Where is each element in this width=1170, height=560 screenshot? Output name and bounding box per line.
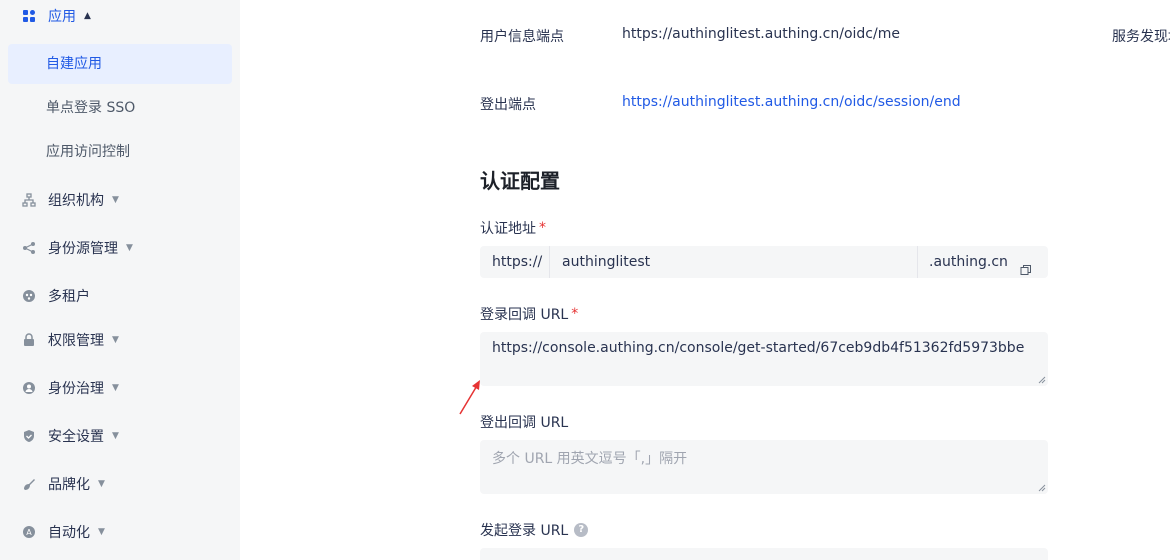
discovery-endpoint-label: 服务发现地 (1112, 29, 1170, 45)
auth-address-label: 认证地址 * (480, 218, 546, 238)
chevron-down-icon: ▼ (126, 243, 133, 253)
help-icon[interactable]: ? (574, 523, 589, 537)
org-tree-icon (22, 193, 36, 207)
sidebar-item-sso[interactable]: 单点登录 SSO (8, 88, 232, 128)
initiate-login-label-text: 发起登录 URL (480, 523, 569, 539)
required-mark: * (539, 220, 546, 236)
login-callback-value: https://console.authing.cn/console/get-s… (492, 340, 1025, 356)
lock-icon (22, 333, 36, 347)
sidebar-group-label: 应用 (48, 9, 76, 25)
domain-suffix-text: .authing.cn (929, 254, 1008, 270)
login-callback-textarea[interactable]: https://console.authing.cn/console/get-s… (480, 332, 1048, 386)
initiate-login-label: 发起登录 URL ? (480, 520, 589, 540)
sidebar-group-label: 自动化 (48, 525, 90, 541)
login-callback-label: 登录回调 URL * (480, 304, 578, 324)
chevron-down-icon: ▼ (98, 479, 105, 489)
red-arrow-annotation (459, 380, 480, 415)
auth-address-input-group: https:// authinglitest .authing.cn (480, 246, 1048, 278)
sidebar-group-branding[interactable]: 品牌化 ▼ (22, 474, 105, 494)
sidebar-group-apps[interactable]: 应用 ▲ (22, 6, 91, 26)
logout-callback-placeholder: 多个 URL 用英文逗号「,」隔开 (492, 451, 688, 467)
logout-callback-textarea[interactable]: 多个 URL 用英文逗号「,」隔开 (480, 440, 1048, 494)
sidebar-group-label: 权限管理 (48, 333, 104, 349)
auth-address-label-text: 认证地址 (480, 221, 536, 237)
chevron-down-icon: ▼ (112, 383, 119, 393)
resize-handle-icon[interactable] (1038, 484, 1046, 492)
chevron-up-icon: ▲ (84, 11, 91, 21)
sidebar-group-automation[interactable]: A 自动化 ▼ (22, 522, 105, 542)
chevron-down-icon: ▼ (112, 335, 119, 345)
automation-icon: A (22, 525, 36, 539)
logout-endpoint-link[interactable]: https://authinglitest.authing.cn/oidc/se… (622, 94, 961, 110)
share-nodes-icon (22, 241, 36, 255)
logout-callback-label-text: 登出回调 URL (480, 415, 569, 431)
sidebar-group-permissions[interactable]: 权限管理 ▼ (22, 330, 119, 350)
chevron-down-icon: ▼ (112, 431, 119, 441)
logout-endpoint-label: 登出端点 (480, 97, 536, 113)
sidebar-group-label: 安全设置 (48, 429, 104, 445)
subdomain-input[interactable]: authinglitest (550, 246, 918, 278)
sidebar-group-identity-source[interactable]: 身份源管理 ▼ (22, 238, 133, 258)
sidebar-item-custom-apps[interactable]: 自建应用 (8, 44, 232, 84)
tenant-icon (22, 289, 36, 303)
required-mark: * (571, 306, 579, 322)
sidebar-item-app-access-control[interactable]: 应用访问控制 (8, 132, 232, 172)
svg-text:A: A (26, 528, 32, 537)
sidebar-group-label: 组织机构 (48, 193, 104, 209)
apps-grid-icon (22, 9, 36, 23)
sidebar-group-label: 多租户 (48, 289, 90, 305)
sidebar-group-governance[interactable]: 身份治理 ▼ (22, 378, 119, 398)
sidebar-group-org[interactable]: 组织机构 ▼ (22, 190, 119, 210)
sidebar-group-label: 品牌化 (48, 477, 90, 493)
sidebar: 应用 ▲ 自建应用 单点登录 SSO 应用访问控制 组织机构 ▼ 身份源管理 ▼… (0, 0, 240, 560)
sidebar-group-label: 身份治理 (48, 381, 104, 397)
domain-suffix-addon: .authing.cn (918, 246, 1048, 278)
protocol-addon: https:// (480, 246, 550, 278)
initiate-login-input[interactable] (480, 548, 1048, 560)
sidebar-group-security[interactable]: 安全设置 ▼ (22, 426, 119, 446)
logout-callback-label: 登出回调 URL (480, 412, 568, 432)
login-callback-label-text: 登录回调 URL (480, 307, 569, 323)
user-icon (22, 381, 36, 395)
chevron-down-icon: ▼ (98, 527, 105, 537)
userinfo-endpoint-label: 用户信息端点 (480, 29, 564, 45)
section-title-auth-config: 认证配置 (480, 169, 560, 193)
userinfo-endpoint-value: https://authinglitest.authing.cn/oidc/me (622, 26, 900, 42)
shield-icon (22, 429, 36, 443)
chevron-down-icon: ▼ (112, 195, 119, 205)
main-content: 用户信息端点 https://authinglitest.authing.cn/… (240, 0, 1170, 560)
copy-icon[interactable] (1020, 256, 1032, 275)
brush-icon (22, 477, 36, 491)
resize-handle-icon[interactable] (1038, 376, 1046, 384)
sidebar-group-tenant[interactable]: 多租户 (22, 286, 90, 306)
sidebar-group-label: 身份源管理 (48, 241, 118, 257)
